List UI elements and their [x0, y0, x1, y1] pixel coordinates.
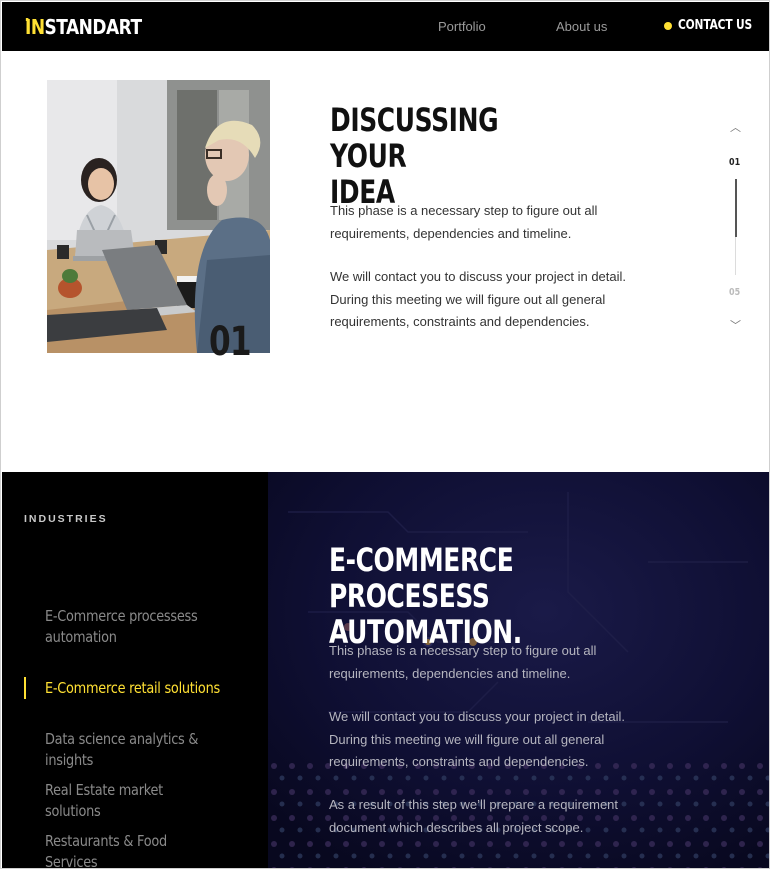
phase-title-line1: DISCUSSING YOUR — [330, 101, 499, 175]
phase-pager: ︿ 01 05 ﹀ — [723, 119, 749, 334]
nav-portfolio-link[interactable]: Portfolio — [438, 19, 486, 34]
contact-dot-icon — [664, 21, 672, 30]
chevron-up-icon[interactable]: ︿ — [730, 119, 741, 135]
industry-item-label: Restaurants & Food Services — [45, 832, 167, 869]
phase-paragraph-1: This phase is a necessary step to figure… — [330, 203, 598, 241]
phase-paragraph-2: We will contact you to discuss your proj… — [330, 269, 627, 329]
pager-total: 05 — [729, 287, 741, 298]
industry-item-label: E-Commerce retail solutions — [45, 679, 220, 697]
industry-item-real-estate[interactable]: Real Estate market solutions — [45, 780, 221, 822]
contact-us-button[interactable]: CONTACT US — [664, 18, 768, 33]
chevron-down-icon[interactable]: ﹀ — [730, 317, 741, 333]
pager-progress — [735, 179, 737, 237]
phase-title: DISCUSSING YOUR IDEA — [330, 102, 580, 210]
site-logo[interactable]: INSTANDART — [25, 15, 142, 39]
contact-us-label: CONTACT US — [678, 18, 753, 33]
nav-about-link[interactable]: About us — [556, 19, 607, 34]
industry-paragraph-2: We will contact you to discuss your proj… — [329, 709, 626, 769]
page-frame: INSTANDART Portfolio About us CONTACT US — [0, 0, 770, 869]
pager-current: 01 — [729, 157, 741, 168]
industry-item-label: Real Estate market solutions — [45, 781, 163, 820]
active-indicator — [24, 677, 26, 699]
industry-item-ecommerce-retail[interactable]: E-Commerce retail solutions — [45, 678, 221, 699]
industry-paragraph-1: This phase is a necessary step to figure… — [329, 643, 597, 681]
site-header: INSTANDART Portfolio About us CONTACT US — [2, 2, 769, 51]
logo-rest: STANDART — [44, 15, 143, 39]
industry-item-label: Data science analytics & insights — [45, 730, 199, 769]
industries-section: INDUSTRIES E-Commerce processess automat… — [2, 472, 769, 869]
industry-item-ecommerce-automation[interactable]: E-Commerce processess automation — [45, 606, 221, 648]
industry-title-line1: E-COMMERCE PROCESESS — [329, 541, 514, 615]
industry-item-data-science[interactable]: Data science analytics & insights — [45, 729, 221, 771]
logo-dot — [25, 18, 29, 21]
industry-title: E-COMMERCE PROCESESS AUTOMATION. — [329, 542, 610, 650]
industry-item-restaurants[interactable]: Restaurants & Food Services — [45, 831, 221, 869]
industry-paragraph-3: As a result of this step we’ll prepare a… — [329, 797, 619, 835]
phase-number: 01 — [209, 319, 252, 365]
industry-item-label-line1: E-Commerce processess — [45, 607, 198, 625]
industry-item-label-line2: automation — [45, 628, 117, 646]
industries-label: INDUSTRIES — [24, 513, 108, 525]
meeting-photo — [47, 80, 270, 353]
